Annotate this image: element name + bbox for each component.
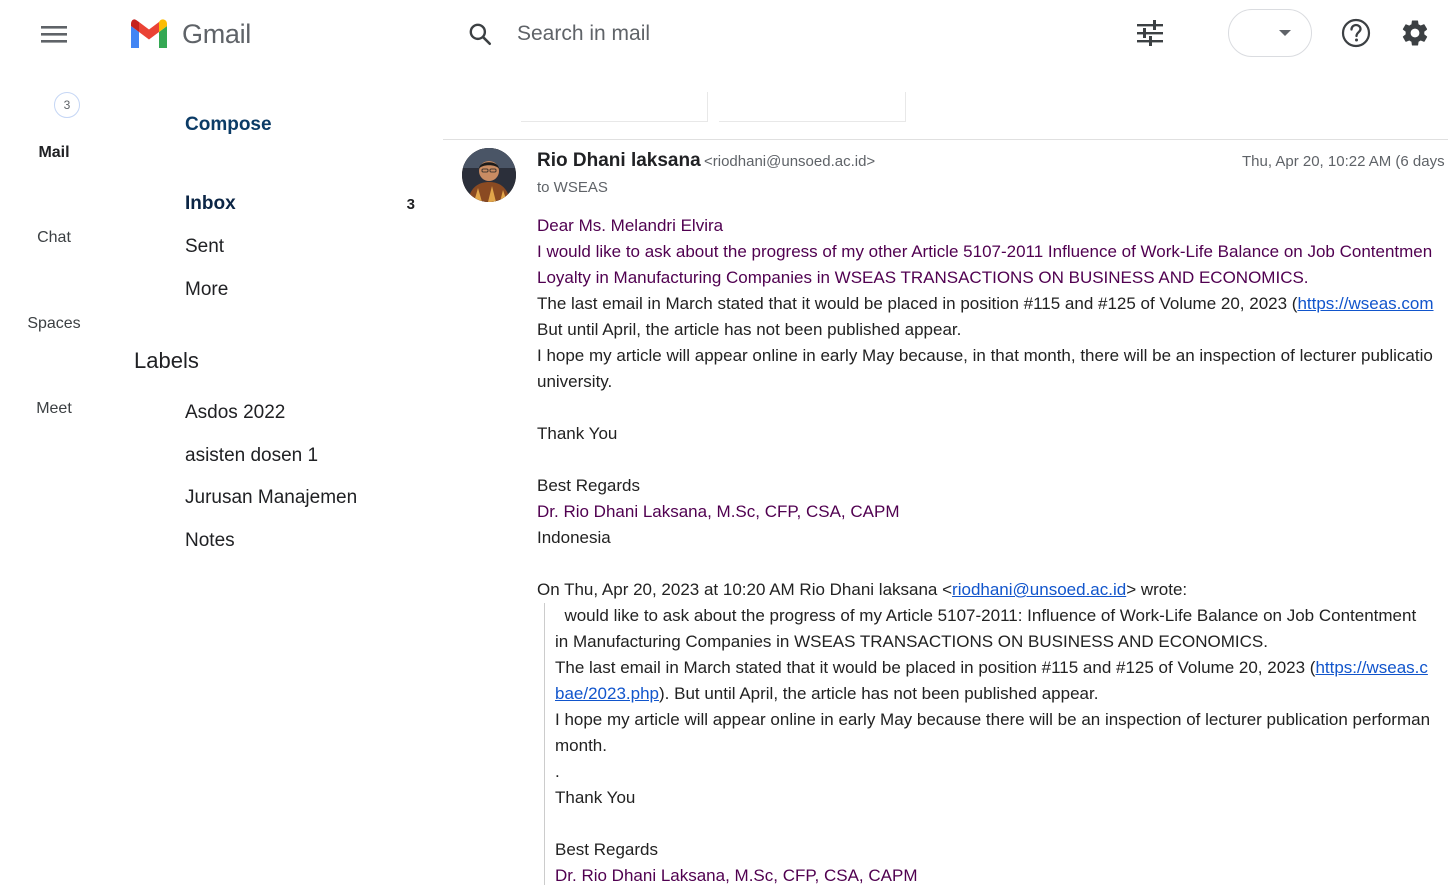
message-date: Thu, Apr 20, 10:22 AM (6 days [1242,153,1445,170]
label-item-notes[interactable]: Notes [185,530,235,552]
search-icon [469,23,492,46]
main-menu-button[interactable] [32,14,76,54]
body-line: Best Regards [537,476,640,495]
gear-icon [1402,20,1428,46]
quote-line: Thank You [555,788,636,807]
label-item-jurusan-manajemen[interactable]: Jurusan Manajemen [185,487,357,509]
tune-icon [1137,20,1163,46]
help-icon [1341,18,1371,48]
rail-item-spaces[interactable]: Spaces [0,315,108,333]
gmail-logo-text: Gmail [182,18,252,49]
quote-line: I hope my article will appear online in … [555,710,1431,729]
search-button[interactable] [460,14,500,54]
body-line: Thank You [537,424,618,443]
quote-line: . [555,762,560,781]
wseas-link[interactable]: https://wseas.com [1297,294,1433,313]
sender-avatar[interactable] [462,148,516,202]
labels-heading: Labels [134,348,199,373]
body-line: But until April, the article has not bee… [537,320,962,339]
gmail-m-icon [131,19,167,48]
support-button[interactable] [1336,13,1376,53]
gmail-logo[interactable]: Gmail [128,14,251,54]
quote-signature: Dr. Rio Dhani Laksana, M.Sc, CFP, CSA, C… [555,866,918,885]
body-line: The last email in March stated that it w… [537,291,1448,317]
quote-line: month. [555,736,607,755]
signature-country: Indonesia [537,528,611,547]
message-toolbar [443,92,1448,140]
toolbar-divider [905,92,906,122]
compose-button[interactable]: Compose [185,114,272,136]
quote-text: The last email in March stated that it w… [555,658,1316,677]
wseas-link[interactable]: https://wseas.c [1315,658,1427,677]
wseas-link[interactable]: bae/2023.php [555,684,659,703]
greeting-line: Dear Ms. Melandri Elvira [537,216,724,235]
search-options-button[interactable] [1130,13,1170,53]
sidebar-item-inbox[interactable]: Inbox 3 [185,193,415,215]
quote-line: The last email in March stated that it w… [555,655,1448,681]
sender-email: <riodhani@unsoed.ac.id> [704,153,876,170]
toolbar-divider [707,92,708,122]
quote-line: in Manufacturing Companies in WSEAS TRAN… [555,632,1268,651]
body-line: I would like to ask about the progress o… [537,242,1433,261]
sender-name[interactable]: Rio Dhani laksana [537,150,701,172]
body-line: Loyalty in Manufacturing Companies in WS… [537,268,1309,287]
recipient-line[interactable]: to WSEAS [537,179,608,196]
sidebar-item-sent[interactable]: Sent [185,236,415,258]
sidebar-item-label: Inbox [185,193,236,214]
settings-button[interactable] [1395,13,1435,53]
body-line: university. [537,372,613,391]
quoted-message: would like to ask about the progress of … [544,603,1448,885]
message-view: Rio Dhani laksana <riodhani@unsoed.ac.id… [443,141,1448,885]
quote-header: On Thu, Apr 20, 2023 at 10:20 AM Rio Dha… [537,577,1448,603]
sender-email-link[interactable]: riodhani@unsoed.ac.id [952,580,1126,599]
hamburger-icon [41,26,67,43]
search-input[interactable] [517,18,1077,50]
quote-line: bae/2023.php). But until April, the arti… [555,681,1448,707]
toolbar-button-group[interactable] [521,92,707,122]
rail-item-mail[interactable]: Mail [0,144,108,162]
quote-header-text: > wrote: [1126,580,1188,599]
status-dropdown[interactable] [1228,9,1312,57]
chevron-down-icon [1279,30,1291,36]
rail-item-chat[interactable]: Chat [0,229,108,247]
quote-line: Best Regards [555,840,658,859]
label-item-asdos-2022[interactable]: Asdos 2022 [185,402,285,424]
rail-item-meet[interactable]: Meet [0,400,108,418]
message-body: Dear Ms. Melandri Elvira I would like to… [537,213,1448,885]
label-item-asisten-dosen-1[interactable]: asisten dosen 1 [185,445,318,467]
top-bar: Gmail [0,0,1448,68]
sidebar-item-more[interactable]: More [185,279,415,301]
toolbar-button-group[interactable] [719,92,905,122]
signature-name: Dr. Rio Dhani Laksana, M.Sc, CFP, CSA, C… [537,502,900,521]
body-text: The last email in March stated that it w… [537,294,1298,313]
mail-unread-badge: 3 [54,92,80,118]
sender-photo [462,148,516,202]
quote-line: would like to ask about the progress of … [555,606,1417,625]
quote-header-text: On Thu, Apr 20, 2023 at 10:20 AM Rio Dha… [537,580,953,599]
body-line: I hope my article will appear online in … [537,346,1433,365]
quote-text: ). But until April, the article has not … [659,684,1099,703]
inbox-unread-count: 3 [406,196,415,213]
